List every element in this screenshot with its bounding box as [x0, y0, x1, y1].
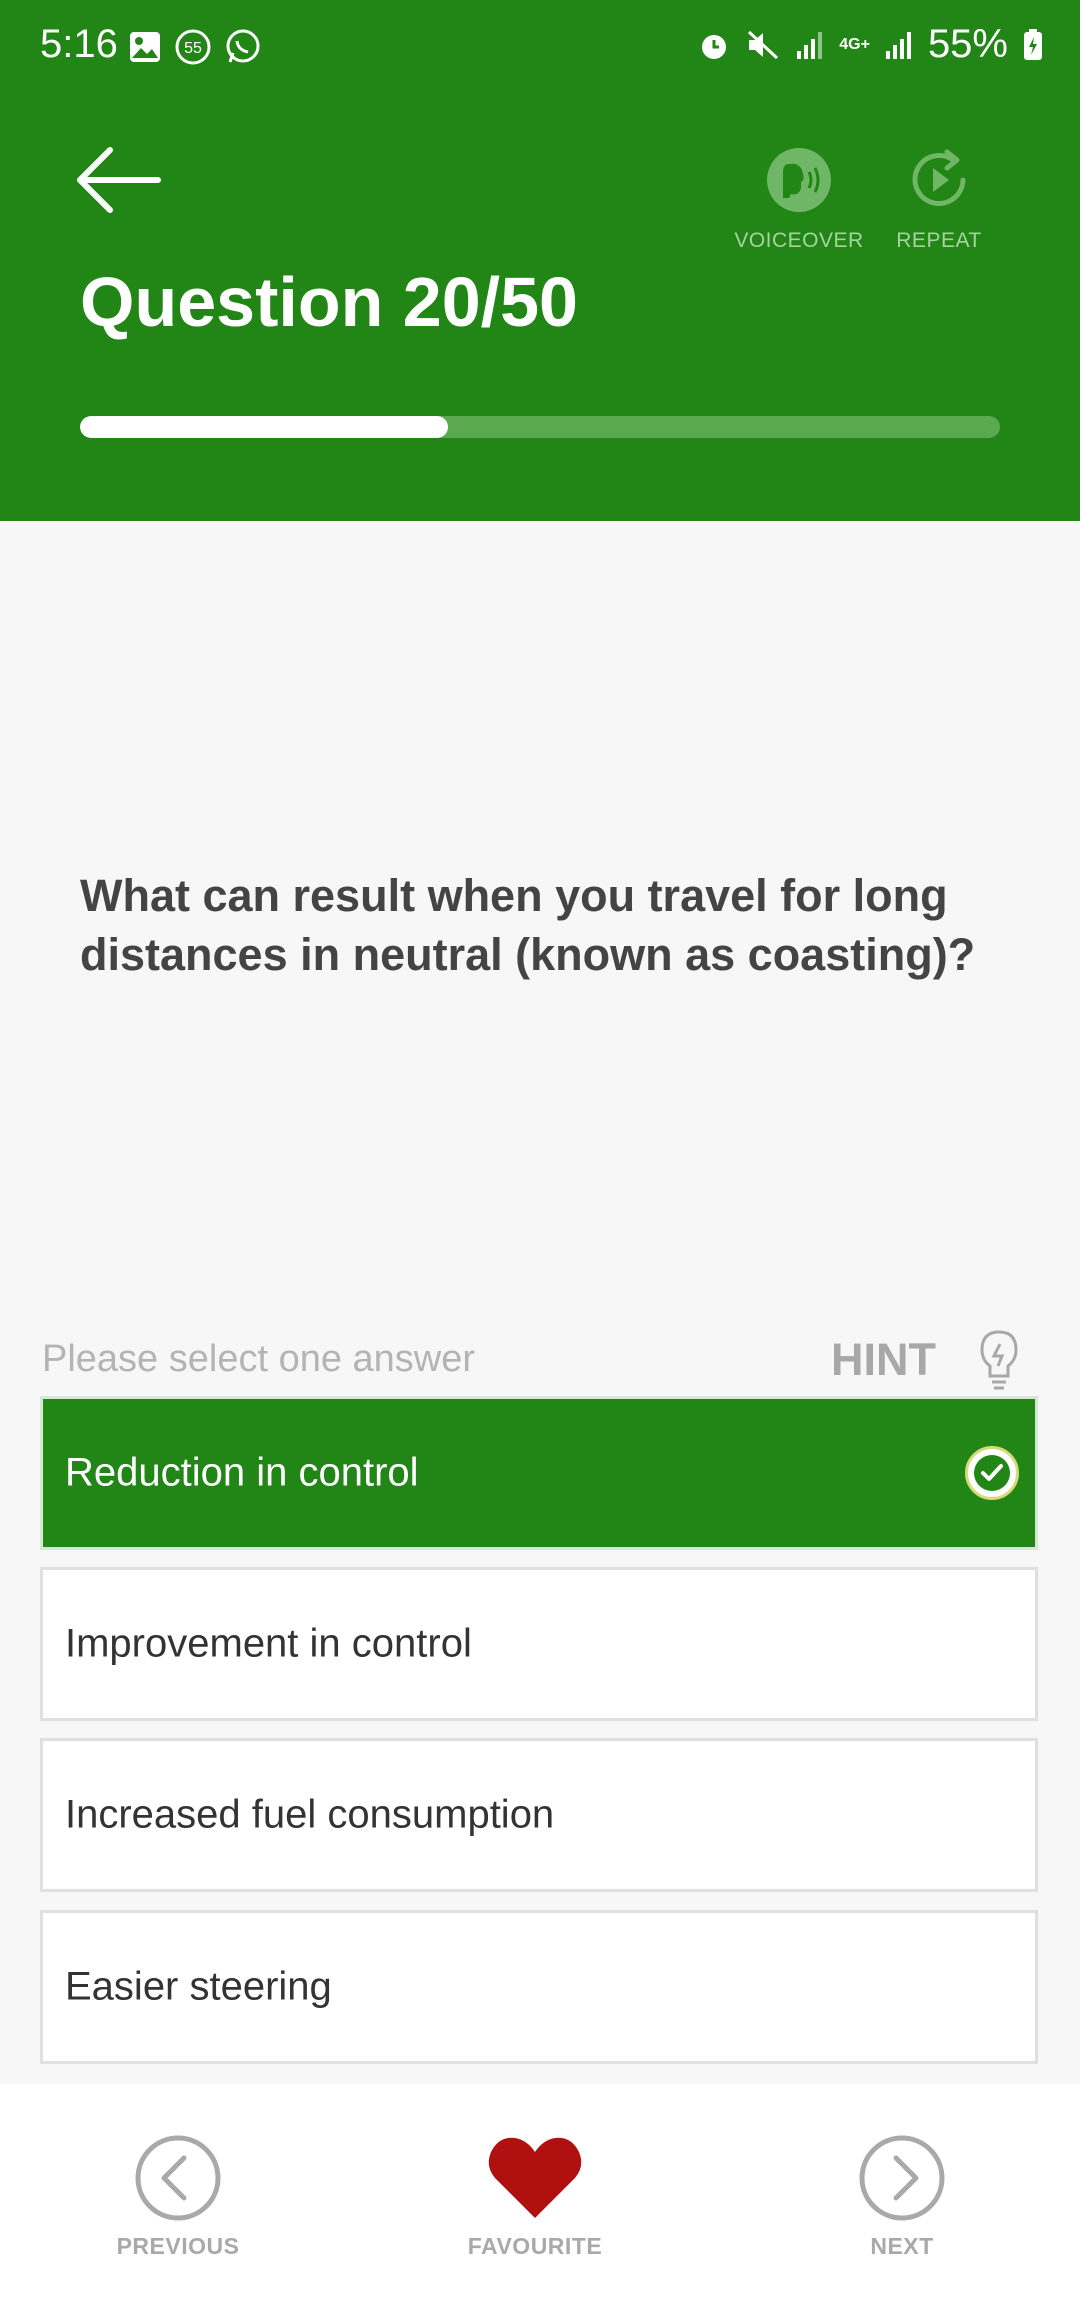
previous-label: PREVIOUS: [116, 2233, 240, 2259]
answer-option-label: Reduction in control: [65, 1450, 419, 1495]
network-type: 4G+: [839, 35, 870, 53]
progress-bar: [80, 416, 1000, 438]
repeat-button[interactable]: REPEAT: [874, 146, 1004, 253]
signal-icon-2: [885, 31, 911, 59]
answer-option[interactable]: Improvement in control: [40, 1567, 1038, 1721]
chevron-right-icon: [859, 2135, 945, 2221]
app-header: 5:16 55 4G+ 55% VOICEOVER REPEAT Questio…: [0, 0, 1080, 521]
selected-check-icon: [965, 1446, 1019, 1500]
favourite-button[interactable]: FAVOURITE: [455, 2134, 615, 2260]
signal-icon: [797, 31, 823, 59]
notification-badge-count: 55: [184, 40, 202, 57]
next-label: NEXT: [870, 2233, 934, 2259]
status-bar: 5:16 55 4G+ 55%: [0, 0, 1080, 96]
question-text: What can result when you travel for long…: [80, 870, 976, 980]
voiceover-label: VOICEOVER: [734, 229, 864, 252]
status-time: 5:16: [40, 22, 118, 66]
lightbulb-icon[interactable]: [978, 1328, 1020, 1392]
voiceover-button[interactable]: VOICEOVER: [734, 146, 864, 253]
question-counter-title: Question 20/50: [80, 263, 578, 341]
hint-button[interactable]: HINT: [831, 1334, 936, 1386]
heart-icon: [488, 2137, 582, 2218]
battery-icon: [1024, 28, 1042, 60]
notification-badge-icon: 55: [175, 29, 211, 65]
alarm-icon: [702, 34, 727, 59]
whatsapp-icon: [226, 29, 260, 63]
chevron-left-icon: [135, 2135, 221, 2221]
answer-option[interactable]: Increased fuel consumption: [40, 1738, 1038, 1892]
answer-option[interactable]: Reduction in control: [40, 1396, 1038, 1550]
answer-option-label: Improvement in control: [65, 1621, 472, 1666]
answer-option-label: Increased fuel consumption: [65, 1792, 555, 1837]
answer-option[interactable]: Easier steering: [40, 1910, 1038, 2064]
gallery-icon: [130, 32, 160, 62]
bottom-navigation: PREVIOUS FAVOURITE NEXT: [0, 2084, 1080, 2316]
mute-icon: [748, 30, 779, 59]
next-button[interactable]: NEXT: [822, 2134, 982, 2260]
progress-fill: [80, 416, 448, 438]
answer-instruction-row: Please select one answer HINT: [42, 1330, 1038, 1394]
repeat-icon: [912, 149, 966, 206]
previous-button[interactable]: PREVIOUS: [98, 2134, 258, 2260]
repeat-label: REPEAT: [896, 229, 982, 252]
back-arrow-icon[interactable]: [76, 140, 166, 220]
select-instruction: Please select one answer: [42, 1338, 476, 1380]
voiceover-icon: [767, 148, 831, 212]
answer-option-label: Easier steering: [65, 1964, 332, 2009]
battery-percentage: 55%: [927, 22, 1008, 66]
favourite-label: FAVOURITE: [467, 2233, 603, 2259]
